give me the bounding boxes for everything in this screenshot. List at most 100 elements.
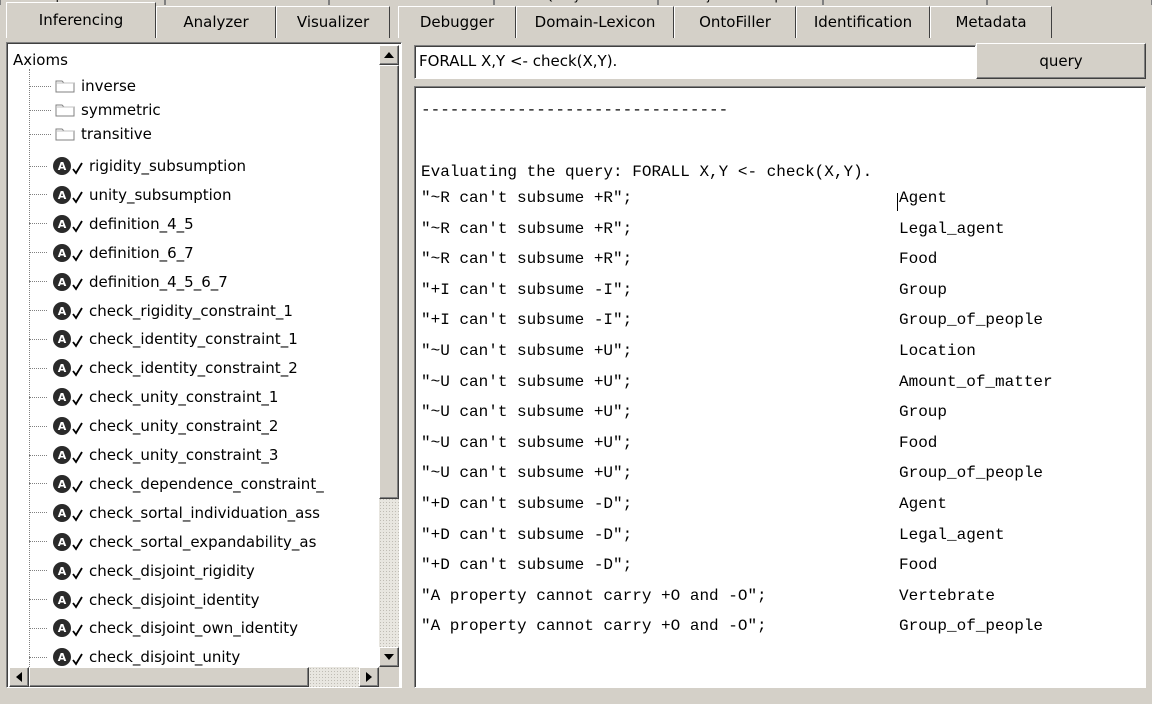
output-row-message: "~U can't subsume +U"; [421,342,633,360]
axiom-tree[interactable]: Axioms inverse symmetric transitive Arigidi… [9,45,379,667]
tree-axiom-item[interactable]: Arigidity_subsumption [29,153,246,179]
tree-axiom-label: check_rigidity_constraint_1 [89,301,293,320]
tab-debugger[interactable]: Debugger [398,6,516,38]
back-tab[interactable]: Disjoint Concepts [658,0,823,5]
tree-axiom-item[interactable]: Adefinition_4_5 [29,211,194,237]
scroll-left-button[interactable] [9,667,29,687]
query-input[interactable]: FORALL X,Y <- check(X,Y). [414,45,976,79]
svg-text:A: A [58,160,67,173]
tab-identification[interactable]: Identification [796,6,930,38]
query-button[interactable]: query [976,43,1146,79]
output-row-concept: Group [899,280,948,299]
tab-ontofiller[interactable]: OntoFiller [674,6,796,38]
tree-axiom-item[interactable]: Acheck_dependence_constraint_ [29,471,324,497]
horizontal-scroll-thumb[interactable] [29,667,309,687]
tree-axiom-label: check_dependence_constraint_ [89,474,324,493]
svg-text:A: A [58,333,67,346]
axiom-checked-icon: A [51,502,85,524]
tree-connector [29,252,47,254]
tree-connector [29,627,47,629]
tree-folder-label: inverse [81,77,136,95]
svg-text:A: A [58,218,67,231]
output-row-concept: Group [899,403,948,422]
tree-axiom-label: check_disjoint_own_identity [89,619,299,638]
back-tab[interactable]: General Axioms [987,0,1152,5]
output-row-concept: Group_of_people [899,617,1044,636]
tree-connector [29,367,47,369]
tab-bar: Inferencing Analyzer Visualizer Debugger Dom… [6,2,1146,40]
svg-text:A: A [58,391,67,404]
axiom-checked-icon: A [51,589,85,611]
tree-axiom-item[interactable]: Adefinition_6_7 [29,240,194,266]
back-tab[interactable]: Rule Editor [822,0,988,5]
tree-folder-inverse[interactable]: inverse [29,73,136,99]
axiom-checked-icon: A [51,271,85,293]
tab-domain-lexicon[interactable]: Domain-Lexicon [516,6,674,38]
scroll-corner [379,667,399,687]
tree-axiom-item[interactable]: Acheck_disjoint_unity [29,644,240,667]
output-row-message: "~U can't subsume +U"; [421,372,633,391]
tree-axiom-label: unity_subsumption [89,185,232,204]
output-row-message: "~U can't subsume +U"; [421,403,633,422]
tree-axiom-item[interactable]: Acheck_unity_constraint_1 [29,384,278,410]
output-row-message: "+D can't subsume -D"; [421,495,633,513]
tree-folder-symmetric[interactable]: symmetric [29,97,161,123]
output-row-concept: Food [899,433,938,452]
tab-visualizer[interactable]: Visualizer [276,6,390,38]
output-row-message: "+D can't subsume -D"; [421,556,633,575]
tree-connector [29,223,47,225]
vertical-scrollbar[interactable] [379,45,399,667]
tab-analyzer[interactable]: Analyzer [156,6,276,38]
output-row-message: "~R can't subsume +R"; [421,189,633,207]
arrow-down-icon [384,654,394,660]
tree-axiom-item[interactable]: Acheck_identity_constraint_1 [29,326,298,352]
back-tab[interactable]: Instances [164,0,330,5]
output-row-message: "+I can't subsume -I"; [421,280,633,299]
output-row-message: "+D can't subsume -D"; [421,525,633,544]
tree-connector [29,310,47,311]
back-tab[interactable]: Query Tool [493,0,659,5]
horizontal-scrollbar[interactable] [9,667,379,687]
output-row-message: "A property cannot carry +O and -O"; [421,586,767,605]
tree-connector [29,425,47,427]
tree-axiom-item[interactable]: Acheck_unity_constraint_2 [29,413,278,439]
tree-axiom-item[interactable]: Acheck_rigidity_constraint_1 [29,298,293,324]
query-output-area[interactable]: -------------------------------- Evaluat… [414,86,1146,688]
tree-connector [29,396,47,398]
tree-connector [29,133,51,135]
output-row-message: "A property cannot carry +O and -O"; [421,617,767,636]
tree-axiom-label: definition_4_5_6_7 [89,272,228,291]
axiom-checked-icon: A [51,300,85,322]
tree-axiom-label: check_identity_constraint_2 [89,359,298,378]
tree-axiom-item[interactable]: Acheck_disjoint_own_identity [29,615,298,641]
tree-connector [29,338,47,340]
tree-axiom-item[interactable]: Acheck_sortal_expandability_as [29,529,316,555]
back-tab[interactable]: Relation Axioms [329,0,494,5]
scroll-right-button[interactable] [359,667,379,687]
tree-root-axioms[interactable]: Axioms [13,51,68,69]
tree-axiom-item[interactable]: Acheck_identity_constraint_2 [29,355,298,381]
tree-axiom-item[interactable]: Acheck_sortal_individuation_ass [29,500,320,526]
axiom-checked-icon: A [51,184,85,206]
output-row-concept: Food [899,250,938,269]
tree-axiom-item[interactable]: Aunity_subsumption [29,182,231,208]
output-row-concept: Agent [899,189,948,207]
scroll-down-button[interactable] [379,647,399,667]
tree-connector [29,541,47,543]
tree-folder-transitive[interactable]: transitive [29,121,152,147]
tab-metadata[interactable]: Metadata [930,6,1052,38]
axiom-checked-icon: A [51,415,85,437]
scroll-up-button[interactable] [379,45,399,65]
tree-axiom-item[interactable]: Acheck_unity_constraint_3 [29,442,278,468]
axiom-checked-icon: A [51,473,85,495]
tree-axiom-item[interactable]: Acheck_disjoint_identity [29,587,260,613]
tree-connector [29,109,51,111]
tree-axiom-item[interactable]: Acheck_disjoint_rigidity [29,558,255,584]
vertical-scroll-thumb[interactable] [379,65,399,499]
svg-text:A: A [58,247,67,260]
tree-connector [29,599,47,600]
arrow-right-icon [366,672,372,682]
tab-inferencing[interactable]: Inferencing [6,2,156,38]
tree-axiom-label: check_sortal_expandability_as [89,532,317,551]
tree-axiom-item[interactable]: Adefinition_4_5_6_7 [29,269,228,295]
